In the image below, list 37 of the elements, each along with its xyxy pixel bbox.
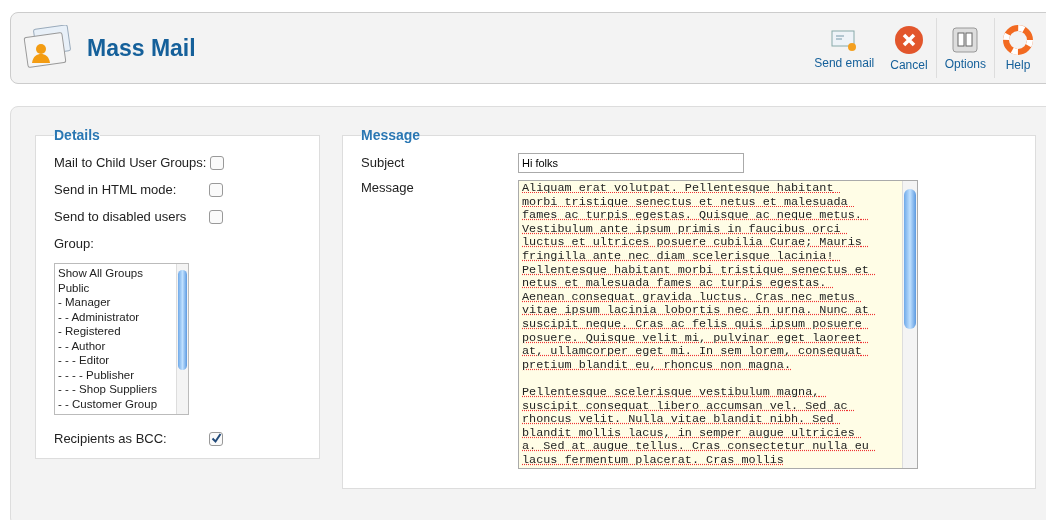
option-label: Send to disabled users (54, 209, 188, 224)
checkbox[interactable] (210, 155, 224, 170)
page-title: Mass Mail (87, 34, 197, 62)
group-option[interactable]: - - - Shop Suppliers (58, 382, 173, 397)
group-option[interactable]: Show All Groups (58, 266, 173, 281)
close-icon (893, 24, 924, 55)
mail-user-icon (23, 25, 73, 71)
subject-field[interactable]: Hi folks (518, 152, 744, 173)
fieldset-legend: Message (361, 127, 421, 143)
group-label: Group: (54, 236, 94, 251)
group-option[interactable]: - - Author (58, 338, 173, 353)
group-listbox[interactable]: Show All Groups Public - Manager - - Administrator - Registered - - Author - - - Editor - - - - Publisher - - - Shop Suppliers - - Customer Group (54, 263, 189, 415)
scrollbar[interactable] (176, 264, 188, 414)
group-option[interactable]: - Manager (58, 295, 173, 310)
checkbox[interactable] (209, 182, 223, 197)
message-field[interactable]: Aliquam erat volutpat. Pellentesque habitant morbi tristique senectus et netus et malesuada fames ac turpis egestas. Quisque ac neque metus. Vestibulum ante ipsum primis in faucibus orci luctus et ultrices posuere cubilia Curae; Mauris fringilla ante nec diam scelerisque lacinia! Pellentesque habitant morbi tristique senectus et netus et malesuada fames ac turpis egestas. Aenean consequat gravida luctus. Cras nec metus vitae ipsum lacinia lobortis nec in urna. Nunc at suscipit neque. Cras ac felis quis ipsum posuere posuere. Quisque velit mi, pulvinar eget laoreet at, ullamcorper eget mi. In sem lorem, consequat pretium blandit eu, rhoncus non magna. Pellentesque scelerisque vestibulum magna, suscipit consequat libero accumsan vel. Sed ac rhoncus velit. Nulla vitae blandit nibh. Sed blandit mollis lacus, in semper augue ultricies a. Sed at augue tellus. Cras consectetur nulla eu lacus fermentum placerat. Cras mollis (518, 180, 918, 469)
group-option[interactable]: Public (58, 280, 173, 295)
settings-icon (951, 25, 980, 54)
send-button[interactable]: Send email (806, 18, 883, 78)
group-option[interactable]: - - - - Publisher (58, 367, 173, 382)
option-label: Mail to Child User Groups: (54, 155, 208, 170)
cancel-button[interactable]: Cancel (882, 18, 936, 78)
scrollbar[interactable] (902, 181, 917, 468)
group-option[interactable]: - - Customer Group (58, 396, 173, 411)
checkbox[interactable] (209, 209, 223, 224)
message-label: Message (361, 180, 415, 197)
subject-label: Subject (361, 155, 406, 170)
options-button[interactable]: Options (935, 18, 994, 78)
option-label: Send in HTML mode: (54, 182, 178, 197)
lifebuoy-icon (1003, 24, 1033, 55)
bcc-label: Recipients as BCC: (54, 431, 168, 446)
group-option[interactable]: - Registered (58, 324, 173, 339)
group-option[interactable]: - - - Editor (58, 353, 173, 368)
fieldset-legend: Details (54, 127, 100, 143)
checkbox[interactable] (209, 431, 223, 446)
help-button[interactable]: Help (994, 18, 1041, 78)
group-option[interactable]: - - Administrator (58, 309, 173, 324)
